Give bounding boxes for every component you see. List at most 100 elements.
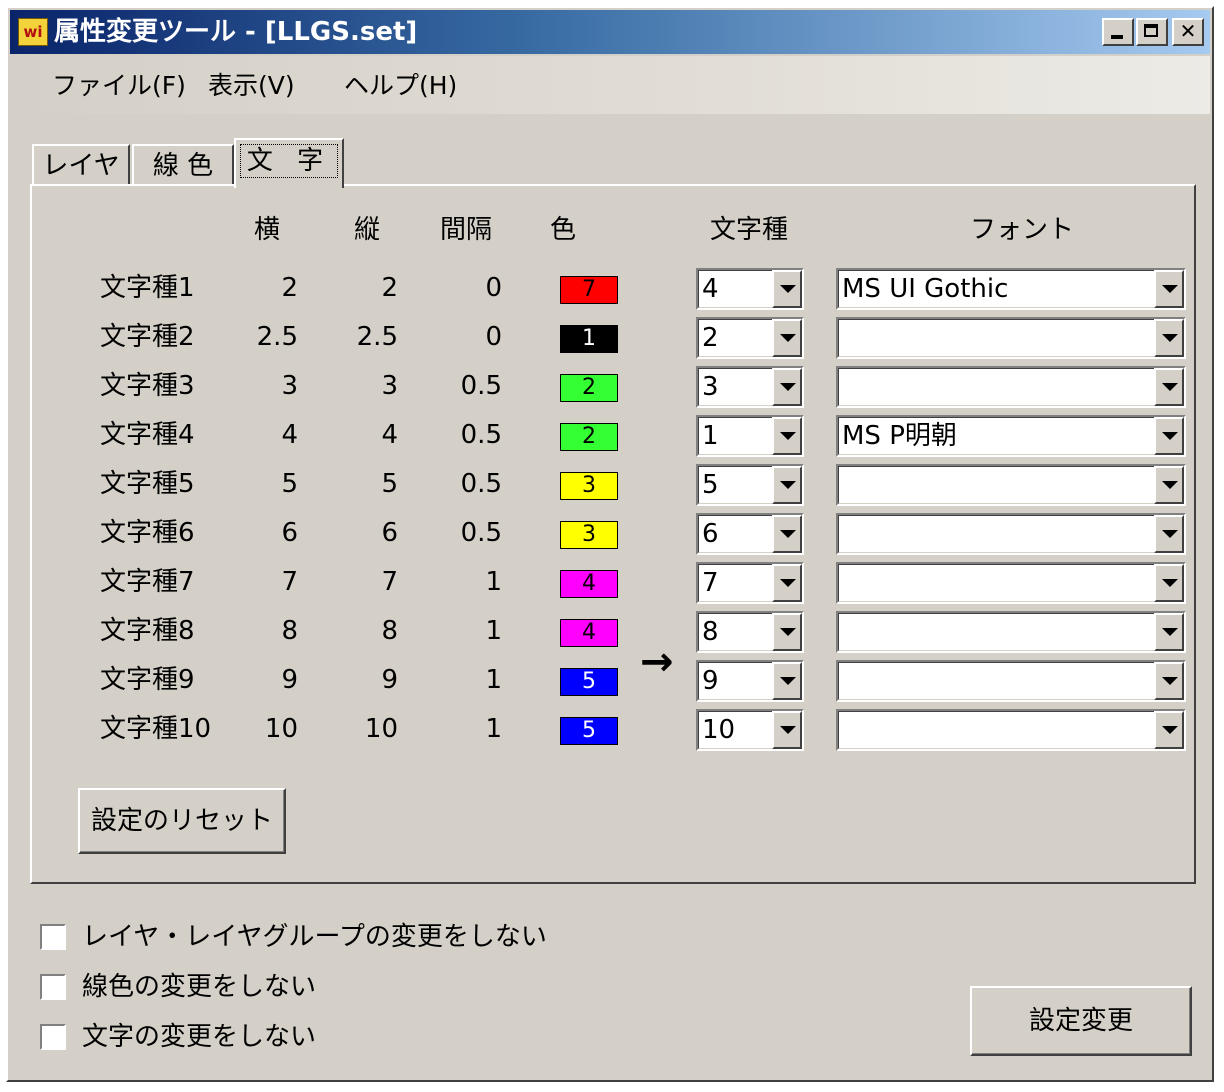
color-swatch[interactable]: 3	[560, 521, 618, 549]
chevron-down-icon[interactable]	[772, 368, 802, 406]
font-select[interactable]	[836, 611, 1186, 653]
minimize-button[interactable]	[1102, 18, 1134, 46]
reset-settings-button[interactable]: 設定のリセット	[78, 788, 286, 854]
combo-frame	[838, 662, 1184, 700]
chevron-down-icon[interactable]	[1154, 466, 1184, 504]
chevron-down-icon[interactable]	[1154, 515, 1184, 553]
chevron-down-icon[interactable]	[772, 270, 802, 308]
tab-line-color[interactable]: 線 色	[132, 144, 234, 188]
chevron-down-icon[interactable]	[1154, 368, 1184, 406]
menu-help[interactable]: ヘルプ(H)	[344, 70, 457, 102]
checkbox-label: 線色の変更をしない	[82, 972, 317, 1002]
combo-frame	[838, 368, 1184, 406]
row-label: 文字種9	[100, 665, 195, 695]
row-width: 2	[281, 273, 298, 303]
chevron-down-icon[interactable]	[772, 417, 802, 455]
font-value: MS UI Gothic	[842, 274, 1009, 304]
row-width: 5	[281, 469, 298, 499]
char-type-select[interactable]: 3	[696, 366, 804, 408]
font-select[interactable]	[836, 464, 1186, 506]
chevron-down-icon[interactable]	[1154, 662, 1184, 700]
font-select[interactable]	[836, 366, 1186, 408]
maximize-button[interactable]	[1136, 18, 1168, 46]
row-label: 文字種5	[100, 469, 195, 499]
tab-text[interactable]: 文 字	[234, 138, 344, 188]
app-icon: wi	[18, 18, 48, 46]
char-type-select[interactable]: 5	[696, 464, 804, 506]
char-type-value: 2	[702, 323, 719, 353]
row-spacing: 1	[485, 567, 502, 597]
font-select[interactable]	[836, 513, 1186, 555]
row-height: 6	[381, 518, 398, 548]
chevron-down-icon[interactable]	[772, 515, 802, 553]
row-height: 3	[381, 371, 398, 401]
checkbox-box[interactable]	[40, 924, 66, 950]
row-width: 3	[281, 371, 298, 401]
apply-settings-button[interactable]: 設定変更	[970, 986, 1192, 1056]
menu-file[interactable]: ファイル(F)	[52, 70, 186, 102]
font-select[interactable]	[836, 317, 1186, 359]
color-swatch[interactable]: 4	[560, 570, 618, 598]
chevron-down-icon[interactable]	[1154, 319, 1184, 357]
color-swatch[interactable]: 5	[560, 717, 618, 745]
chevron-down-icon[interactable]	[772, 564, 802, 602]
combo-frame	[838, 613, 1184, 651]
checkbox-label: 文字の変更をしない	[82, 1022, 317, 1052]
char-type-select[interactable]: 4	[696, 268, 804, 310]
color-swatch[interactable]: 2	[560, 423, 618, 451]
chevron-down-icon[interactable]	[772, 319, 802, 357]
chevron-down-icon[interactable]	[1154, 613, 1184, 651]
chevron-down-icon[interactable]	[772, 466, 802, 504]
checkbox-box[interactable]	[40, 1024, 66, 1050]
row-height: 2	[381, 273, 398, 303]
title-bar[interactable]: wi 属性変更ツール - [LLGS.set] ✕	[10, 10, 1210, 54]
char-type-select[interactable]: 1	[696, 415, 804, 457]
row-height: 5	[381, 469, 398, 499]
chevron-down-icon[interactable]	[772, 662, 802, 700]
char-type-select[interactable]: 7	[696, 562, 804, 604]
char-type-select[interactable]: 8	[696, 611, 804, 653]
close-icon: ✕	[1179, 19, 1197, 43]
row-height: 2.5	[356, 322, 398, 352]
font-value: MS P明朝	[842, 421, 957, 451]
font-select[interactable]: MS P明朝	[836, 415, 1186, 457]
color-swatch[interactable]: 3	[560, 472, 618, 500]
row-height: 9	[381, 665, 398, 695]
row-label: 文字種4	[100, 420, 195, 450]
char-type-select[interactable]: 6	[696, 513, 804, 555]
chevron-down-icon[interactable]	[772, 613, 802, 651]
color-swatch[interactable]: 1	[560, 325, 618, 353]
char-type-value: 10	[702, 715, 736, 745]
row-width: 8	[281, 616, 298, 646]
row-spacing: 1	[485, 665, 502, 695]
char-type-select[interactable]: 9	[696, 660, 804, 702]
row-label: 文字種3	[100, 371, 195, 401]
char-type-value: 7	[702, 568, 719, 598]
font-select[interactable]	[836, 660, 1186, 702]
font-select[interactable]	[836, 709, 1186, 751]
char-type-select[interactable]: 2	[696, 317, 804, 359]
chevron-down-icon[interactable]	[1154, 711, 1184, 749]
row-width: 10	[264, 714, 298, 744]
font-select[interactable]	[836, 562, 1186, 604]
chevron-down-icon[interactable]	[1154, 564, 1184, 602]
color-swatch[interactable]: 2	[560, 374, 618, 402]
arrow-right-icon: →	[640, 639, 674, 685]
row-height: 8	[381, 616, 398, 646]
checkbox-box[interactable]	[40, 974, 66, 1000]
color-swatch[interactable]: 7	[560, 276, 618, 304]
text-settings-panel: 横 縦 間隔 色 文字種 フォント 文字種1 2 2 0 7 4 MS UI Gothic 文…	[30, 184, 1196, 884]
row-spacing: 1	[485, 714, 502, 744]
char-type-select[interactable]: 10	[696, 709, 804, 751]
chevron-down-icon[interactable]	[1154, 270, 1184, 308]
tab-layer[interactable]: レイヤ	[32, 144, 130, 188]
color-swatch[interactable]: 4	[560, 619, 618, 647]
chevron-down-icon[interactable]	[772, 711, 802, 749]
row-spacing: 1	[485, 616, 502, 646]
chevron-down-icon[interactable]	[1154, 417, 1184, 455]
font-select[interactable]: MS UI Gothic	[836, 268, 1186, 310]
menu-view[interactable]: 表示(V)	[208, 70, 295, 102]
header-char-type: 文字種	[710, 215, 789, 245]
color-swatch[interactable]: 5	[560, 668, 618, 696]
close-button[interactable]: ✕	[1172, 18, 1204, 46]
